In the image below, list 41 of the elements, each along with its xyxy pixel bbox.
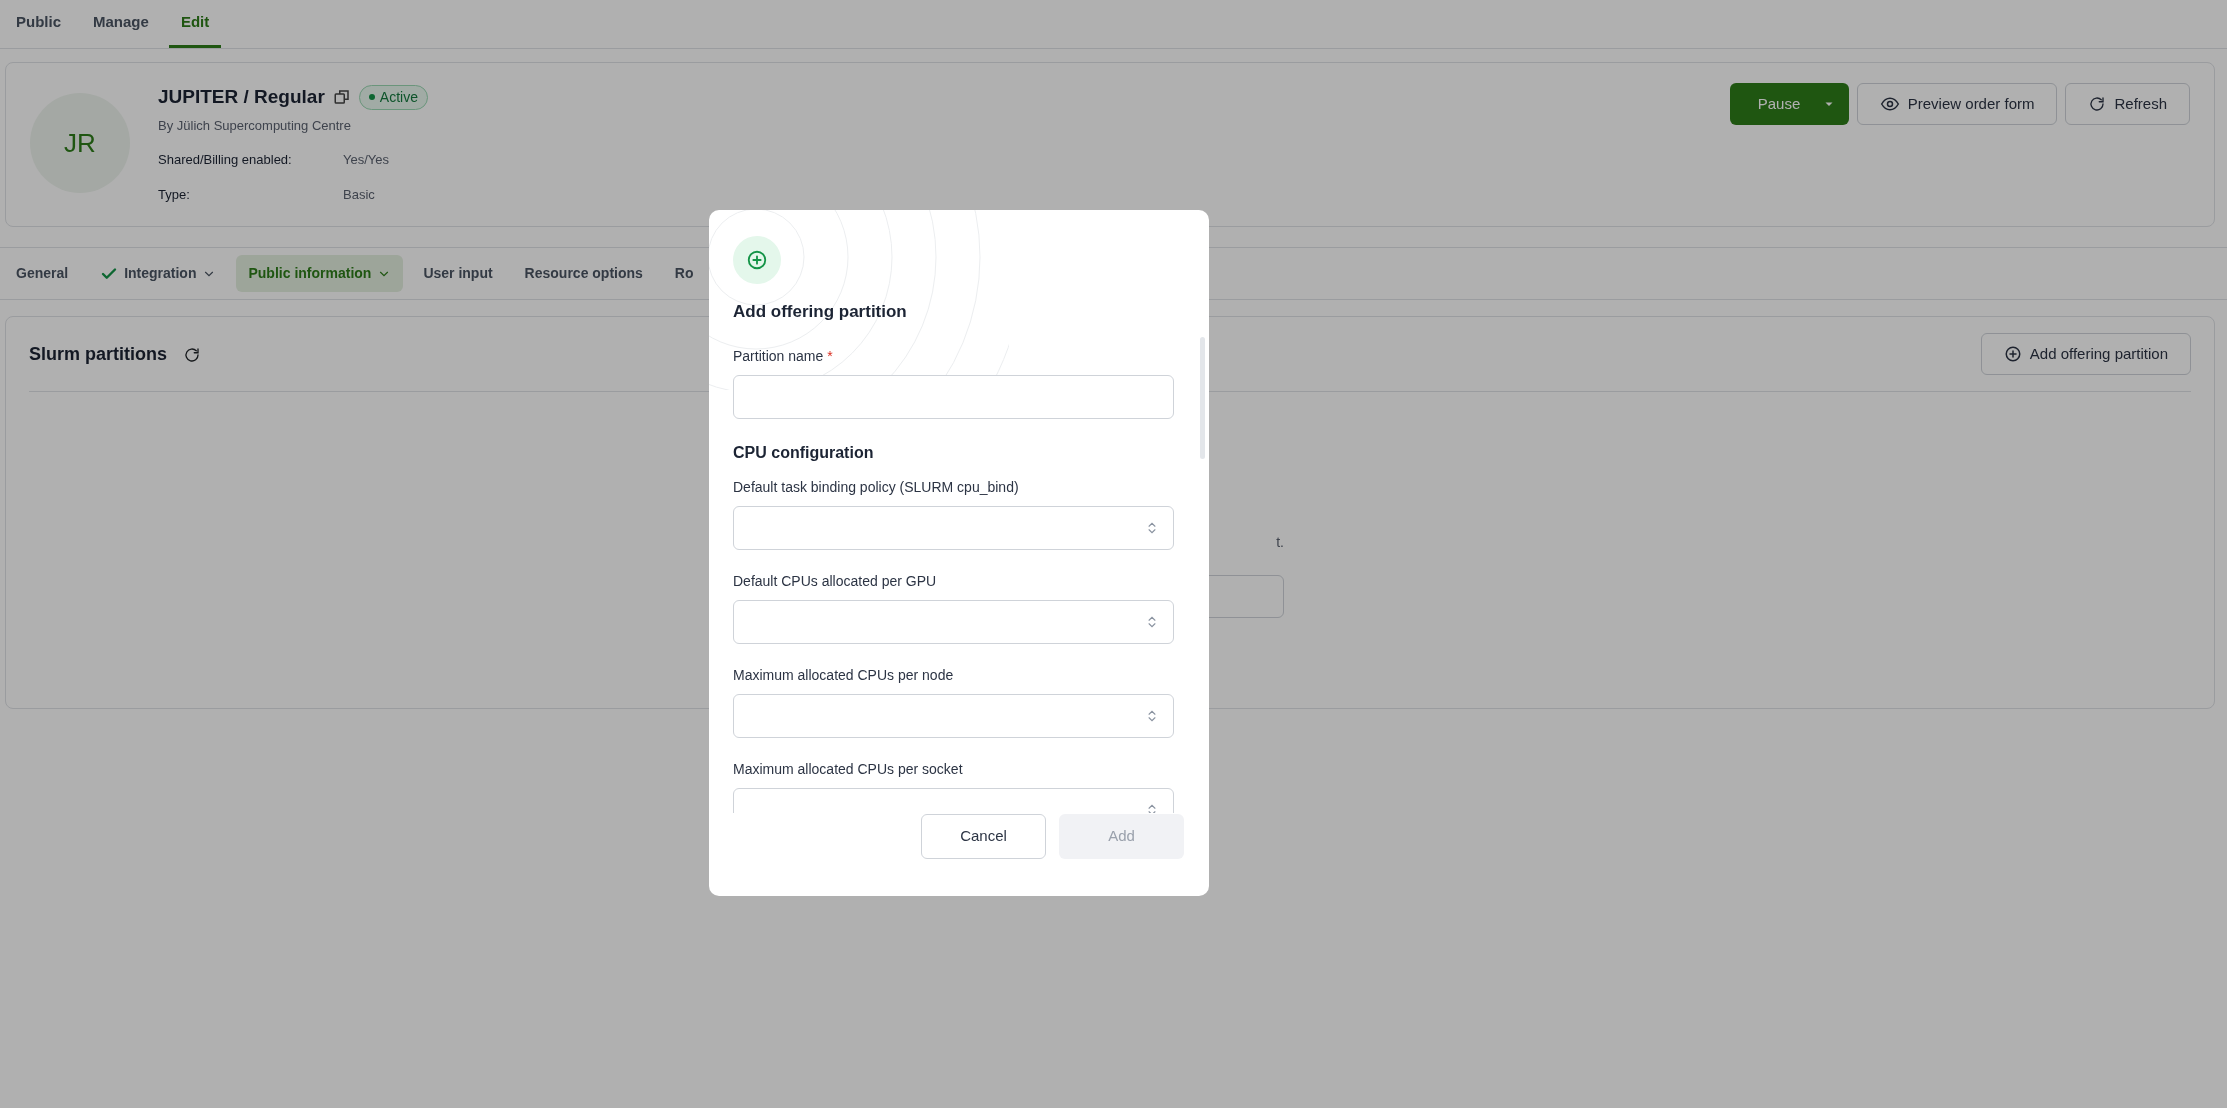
page-tab[interactable]: Public <box>4 0 73 48</box>
plus-circle-icon <box>746 249 768 271</box>
field-label: Default task binding policy (SLURM cpu_bind) <box>733 477 1020 497</box>
avatar: JR <box>30 93 130 193</box>
field-label: Partition name * <box>733 346 834 366</box>
field-label: Shared/Billing enabled: <box>158 151 293 169</box>
field-value: Basic <box>343 185 375 204</box>
select-field[interactable] <box>733 693 1174 738</box>
plus-circle-icon <box>2003 345 2022 363</box>
refresh-icon <box>183 345 201 364</box>
section-tab[interactable]: Resource options <box>512 255 655 292</box>
input-field[interactable] <box>733 374 1174 419</box>
page-tab[interactable]: Manage <box>81 0 161 48</box>
field-label: Maximum allocated CPUs per socket <box>733 759 964 779</box>
section-tab[interactable]: Integration <box>88 255 229 292</box>
section-tab[interactable]: User input <box>411 255 505 292</box>
refresh-icon <box>2088 95 2107 113</box>
dialog-title: Add offering partition <box>733 301 908 323</box>
add-partition-button[interactable]: Add offering partition <box>1980 333 2191 375</box>
select-field[interactable] <box>733 599 1174 644</box>
offering-title: JUPITER / Regular <box>158 85 325 109</box>
field-label: Type: <box>158 185 191 204</box>
select-field[interactable] <box>733 505 1174 550</box>
pause-button[interactable]: Pause <box>1729 83 1849 125</box>
section-tab[interactable]: Ro <box>662 255 706 292</box>
copy-icon <box>332 88 351 107</box>
field-label: Default CPUs allocated per GPU <box>733 571 938 591</box>
field-value: Yes/Yes <box>343 151 390 169</box>
field-label: Maximum allocated CPUs per node <box>733 665 955 685</box>
section-heading: CPU configuration <box>733 442 875 463</box>
provider-text: By Jülich Supercomputing Centre <box>158 116 352 135</box>
empty-state-text: t. <box>1276 533 1284 552</box>
section-tab[interactable]: General <box>4 255 81 292</box>
section-tab[interactable]: Public information <box>236 255 404 292</box>
eye-icon <box>1879 94 1900 114</box>
section-title: Slurm partitions <box>29 342 167 366</box>
refresh-button[interactable]: Refresh <box>2065 83 2190 125</box>
status-badge: Active <box>358 84 428 110</box>
preview-button[interactable]: Preview order form <box>1856 83 2058 125</box>
cancel-button[interactable]: Cancel <box>921 813 1046 859</box>
page-tab[interactable]: Edit <box>168 0 222 48</box>
